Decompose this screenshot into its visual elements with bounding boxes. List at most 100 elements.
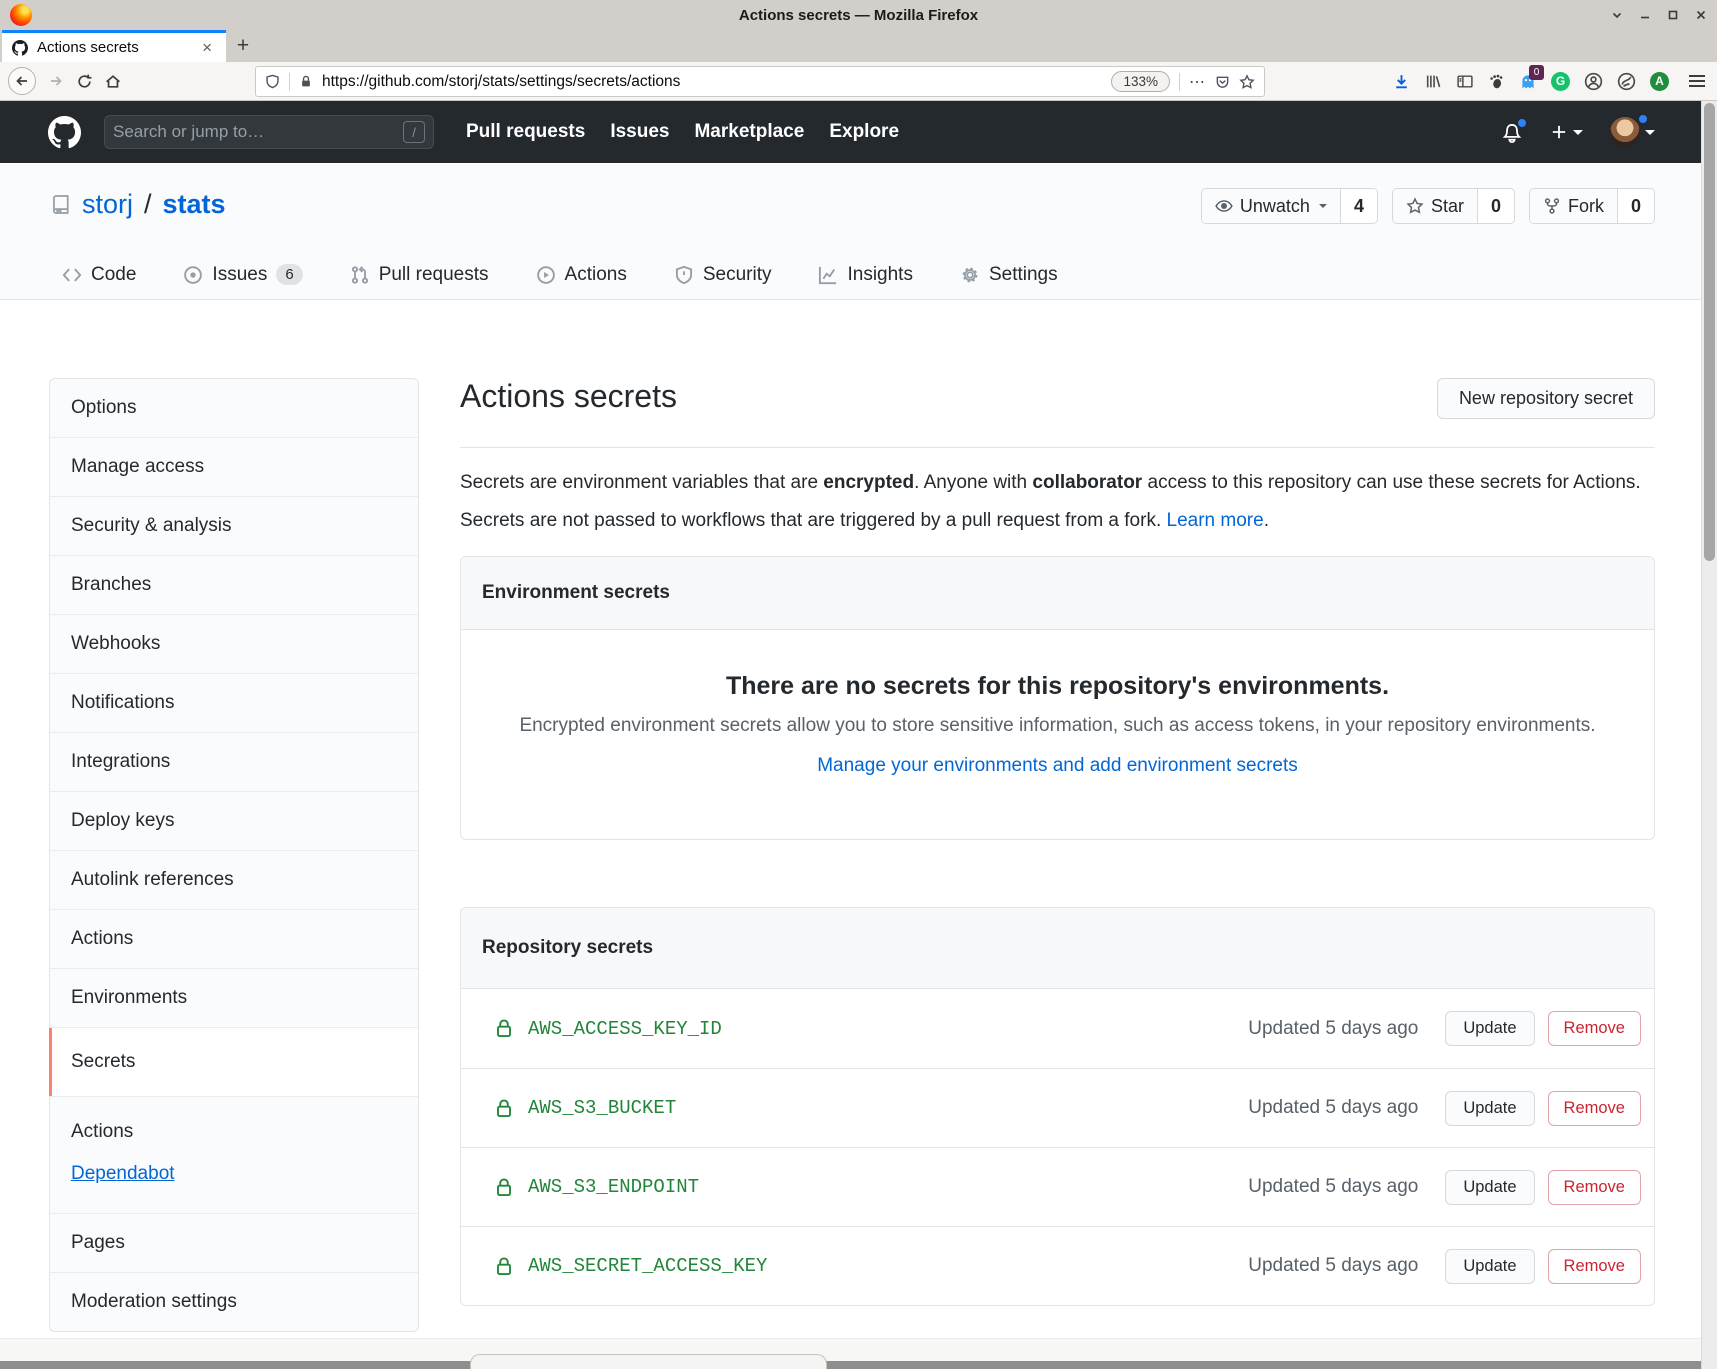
firefox-logo-icon: [10, 4, 32, 26]
github-search-box[interactable]: /: [104, 115, 434, 149]
update-secret-button[interactable]: Update: [1445, 1011, 1534, 1046]
scrollbar-thumb[interactable]: [1704, 103, 1715, 561]
remove-secret-button[interactable]: Remove: [1548, 1170, 1641, 1205]
sidebar-item-actions[interactable]: Actions: [50, 909, 418, 968]
remove-secret-button[interactable]: Remove: [1548, 1249, 1641, 1284]
github-logo[interactable]: [48, 116, 81, 149]
vertical-scrollbar[interactable]: [1701, 101, 1717, 1369]
secret-row-actions: Updated 5 days ago Update Remove: [1248, 1011, 1641, 1046]
create-new-button[interactable]: [1550, 123, 1583, 141]
update-secret-button[interactable]: Update: [1445, 1170, 1534, 1205]
gnome-foot-icon[interactable]: [1488, 73, 1505, 90]
url-bar[interactable]: https://github.com/storj/stats/settings/…: [255, 66, 1265, 97]
update-secret-button[interactable]: Update: [1445, 1249, 1534, 1284]
nav-marketplace[interactable]: Marketplace: [694, 121, 804, 143]
sidebar-item-deploy-keys[interactable]: Deploy keys: [50, 791, 418, 850]
page-footer-band: [0, 1338, 1717, 1362]
browser-navbar: https://github.com/storj/stats/settings/…: [0, 62, 1717, 101]
manage-environments-link[interactable]: Manage your environments and add environ…: [817, 755, 1298, 777]
sidebar-item-security-analysis[interactable]: Security & analysis: [50, 496, 418, 555]
update-secret-button[interactable]: Update: [1445, 1091, 1534, 1126]
plus-icon: [1550, 123, 1568, 141]
sidebar-item-environments[interactable]: Environments: [50, 968, 418, 1027]
sidebar-item-branches[interactable]: Branches: [50, 555, 418, 614]
unwatch-button[interactable]: Unwatch: [1202, 189, 1340, 223]
learn-more-link[interactable]: Learn more: [1167, 510, 1264, 531]
tab-title: Actions secrets: [37, 39, 189, 56]
search-input[interactable]: [113, 122, 403, 142]
grammarly-icon[interactable]: G: [1551, 72, 1570, 91]
tracking-shield-icon[interactable]: [265, 73, 280, 90]
remove-secret-button[interactable]: Remove: [1548, 1091, 1641, 1126]
minimize-icon[interactable]: [1639, 9, 1651, 21]
star-button[interactable]: Star: [1393, 189, 1477, 223]
issue-icon: [183, 265, 203, 285]
close-window-icon[interactable]: [1695, 9, 1707, 21]
home-button[interactable]: [104, 73, 122, 90]
lock-icon: [494, 1018, 514, 1039]
fork-button[interactable]: Fork: [1530, 189, 1617, 223]
adblock-icon[interactable]: A: [1650, 72, 1669, 91]
fingerprint-swirl-icon[interactable]: [1617, 72, 1636, 91]
zoom-level-badge[interactable]: 133%: [1111, 71, 1170, 92]
nav-pull-requests[interactable]: Pull requests: [466, 121, 585, 143]
repo-owner-link[interactable]: storj: [82, 189, 133, 220]
reload-button[interactable]: [76, 73, 93, 90]
repo-name-link[interactable]: stats: [163, 189, 226, 220]
environment-secrets-box: Environment secrets There are no secrets…: [460, 556, 1655, 840]
subsection-dependabot-link[interactable]: Dependabot: [71, 1163, 175, 1184]
new-repository-secret-button[interactable]: New repository secret: [1437, 378, 1655, 419]
bookmark-star-icon[interactable]: [1239, 74, 1255, 90]
watch-count[interactable]: 4: [1340, 189, 1377, 223]
maximize-icon[interactable]: [1667, 9, 1679, 21]
url-divider: [289, 73, 290, 91]
sidebar-item-webhooks[interactable]: Webhooks: [50, 614, 418, 673]
remove-secret-button[interactable]: Remove: [1548, 1011, 1641, 1046]
sidebar-item-autolink-references[interactable]: Autolink references: [50, 850, 418, 909]
secret-row-actions: Updated 5 days ago Update Remove: [1248, 1170, 1641, 1205]
account-icon[interactable]: [1584, 72, 1603, 91]
tab-close-icon[interactable]: ×: [198, 38, 216, 58]
notifications-bell[interactable]: [1501, 121, 1523, 144]
ghostery-extension[interactable]: 0: [1519, 72, 1537, 90]
fork-count[interactable]: 0: [1617, 189, 1654, 223]
sidebar-toggle-icon[interactable]: [1456, 73, 1474, 90]
sidebar-item-secrets[interactable]: Secrets: [50, 1027, 418, 1096]
back-button[interactable]: [8, 67, 36, 95]
tab-actions[interactable]: Actions: [536, 264, 627, 286]
chevron-down-icon[interactable]: [1611, 9, 1623, 21]
browser-tab-actions-secrets[interactable]: Actions secrets ×: [2, 30, 226, 62]
sidebar-item-pages[interactable]: Pages: [50, 1213, 418, 1272]
sidebar-item-options[interactable]: Options: [50, 379, 418, 437]
lock-icon[interactable]: [299, 74, 313, 89]
url-text[interactable]: https://github.com/storj/stats/settings/…: [322, 73, 680, 91]
tab-insights[interactable]: Insights: [818, 264, 912, 286]
menu-icon[interactable]: [1689, 75, 1705, 87]
subsection-actions-label[interactable]: Actions: [71, 1121, 397, 1143]
library-icon[interactable]: [1424, 73, 1442, 90]
downloads-icon[interactable]: [1393, 73, 1410, 90]
tab-label: Pull requests: [379, 264, 489, 286]
bottom-taskbar: [0, 1361, 1717, 1369]
tab-issues[interactable]: Issues 6: [183, 264, 302, 286]
star-count[interactable]: 0: [1477, 189, 1514, 223]
forward-button[interactable]: [47, 73, 65, 89]
nav-explore[interactable]: Explore: [829, 121, 899, 143]
tab-security[interactable]: Security: [674, 264, 772, 286]
new-tab-button[interactable]: +: [226, 30, 260, 62]
sidebar-item-manage-access[interactable]: Manage access: [50, 437, 418, 496]
secret-row: AWS_S3_ENDPOINT Updated 5 days ago Updat…: [461, 1147, 1654, 1226]
sidebar-item-integrations[interactable]: Integrations: [50, 732, 418, 791]
tab-pull-requests[interactable]: Pull requests: [350, 264, 489, 286]
secret-name: AWS_S3_ENDPOINT: [528, 1176, 699, 1198]
github-top-nav: Pull requests Issues Marketplace Explore: [466, 121, 899, 143]
user-menu[interactable]: [1610, 117, 1655, 147]
tab-settings[interactable]: Settings: [960, 264, 1058, 286]
nav-buttons: [8, 62, 122, 100]
sidebar-item-moderation-settings[interactable]: Moderation settings: [50, 1272, 418, 1331]
pocket-icon[interactable]: [1215, 74, 1230, 90]
nav-issues[interactable]: Issues: [610, 121, 669, 143]
page-actions-icon[interactable]: ⋯: [1189, 72, 1206, 92]
sidebar-item-notifications[interactable]: Notifications: [50, 673, 418, 732]
tab-code[interactable]: Code: [62, 264, 136, 286]
